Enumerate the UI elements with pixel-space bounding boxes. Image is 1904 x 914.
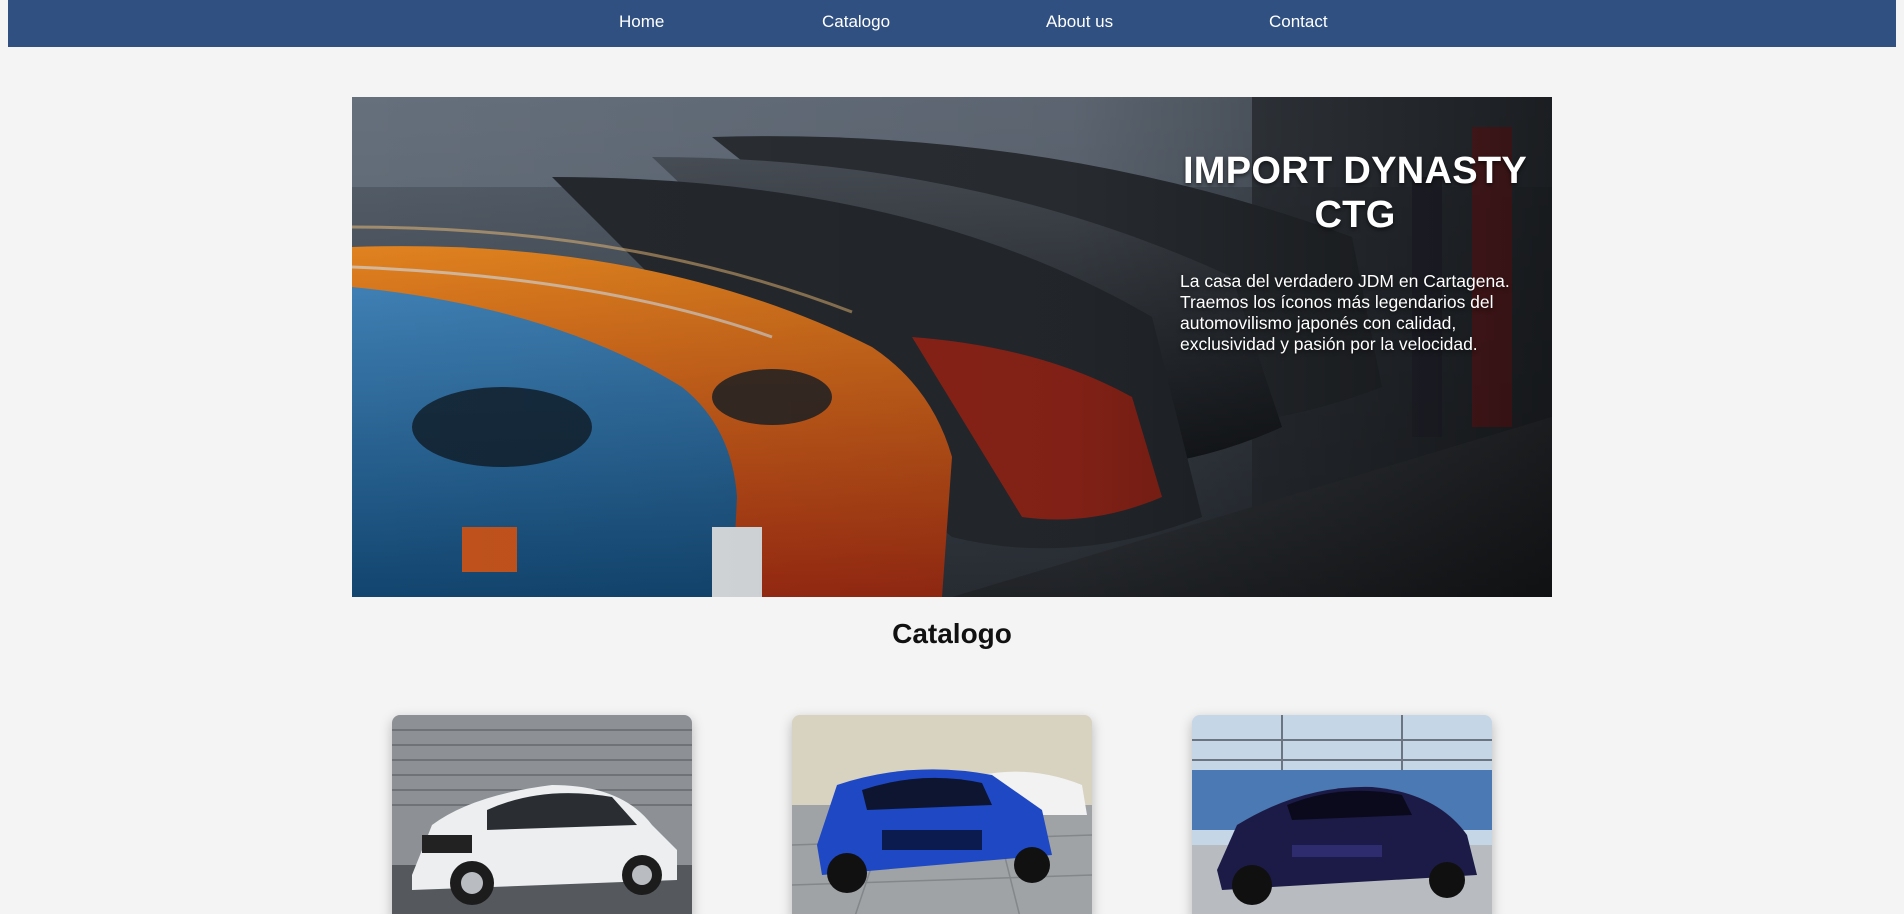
hero-title: IMPORT DYNASTY CTG [1182, 150, 1528, 236]
nav-home-link[interactable]: Home [619, 12, 664, 32]
nav-about-link[interactable]: About us [1046, 12, 1113, 32]
hero-text-block: IMPORT DYNASTY CTG La casa del verdadero… [1180, 149, 1530, 355]
catalog-card[interactable] [792, 715, 1092, 914]
hero-description: La casa del verdadero JDM en Cartagena. … [1180, 271, 1510, 354]
nav-contact-link[interactable]: Contact [1269, 12, 1328, 32]
nav-catalogo-link[interactable]: Catalogo [822, 12, 890, 32]
catalog-section-title: Catalogo [892, 618, 1012, 649]
hero-banner: IMPORT DYNASTY CTG La casa del verdadero… [352, 97, 1552, 597]
blue-coupe-image [792, 715, 1092, 914]
top-navbar: Home Catalogo About us Contact [8, 0, 1896, 47]
catalog-card[interactable] [392, 715, 692, 914]
white-sedan-image [392, 715, 692, 914]
catalog-card[interactable] [1192, 715, 1492, 914]
purple-sports-car-image [1192, 715, 1492, 914]
